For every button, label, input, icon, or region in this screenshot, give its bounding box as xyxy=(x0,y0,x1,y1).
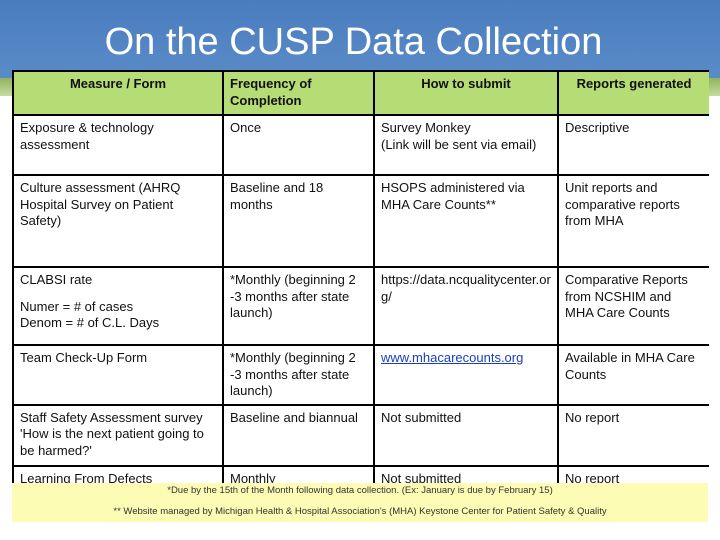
cell-submit: Not submitted xyxy=(373,403,559,467)
table-row: Team Check-Up Form *Monthly (beginning 2… xyxy=(12,344,709,406)
measure-text: CLABSI rate xyxy=(20,272,93,287)
cell-measure: Exposure & technology assessment xyxy=(12,114,224,176)
cell-submit: HSOPS administered via MHA Care Counts** xyxy=(373,174,559,268)
submit-note: (Link will be sent via email) xyxy=(381,136,537,152)
cell-frequency: Once xyxy=(222,114,375,176)
footnote-due-date: *Due by the 15th of the Month following … xyxy=(167,485,553,496)
cell-submit: Not submitted xyxy=(373,464,559,483)
mhacarecounts-link[interactable]: www.mhacarecounts.org xyxy=(381,350,523,365)
cell-frequency: Baseline and biannual xyxy=(222,403,375,467)
cell-reports: Descriptive xyxy=(557,114,709,176)
cell-frequency: Monthly xyxy=(222,464,375,483)
cell-reports: Available in MHA Care Counts xyxy=(557,344,709,406)
numerator-text: Numer = # of cases xyxy=(20,298,134,314)
cell-submit: Survey Monkey (Link will be sent via emai… xyxy=(373,114,559,176)
header-submit: How to submit xyxy=(373,70,559,116)
cell-measure: Staff Safety Assessment survey 'How is t… xyxy=(12,403,224,467)
cell-reports: Comparative Reports from NCSHIM and MHA … xyxy=(557,266,709,346)
cell-frequency: *Monthly (beginning 2 -3 months after st… xyxy=(222,344,375,406)
header-measure: Measure / Form xyxy=(12,70,224,116)
footnote-box: *Due by the 15th of the Month following … xyxy=(12,483,708,522)
cell-measure: Team Check-Up Form xyxy=(12,344,224,406)
table-header-row: Measure / Form Frequency of Completion H… xyxy=(12,70,709,116)
page-title: On the CUSP Data Collection xyxy=(104,21,603,63)
header-frequency: Frequency of Completion xyxy=(222,70,375,116)
data-collection-table: Measure / Form Frequency of Completion H… xyxy=(12,70,709,483)
cell-reports: No report xyxy=(557,464,709,483)
cell-submit: https://data.ncqualitycenter.org/ xyxy=(373,266,559,346)
table-row: Learning From Defects Monthly Not submit… xyxy=(12,464,709,483)
cell-frequency: *Monthly (beginning 2 -3 months after st… xyxy=(222,266,375,346)
table-row: CLABSI rate Numer = # of cases Denom = #… xyxy=(12,266,709,346)
denominator-text: Denom = # of C.L. Days xyxy=(20,315,160,330)
table-row: Staff Safety Assessment survey 'How is t… xyxy=(12,403,709,467)
submit-text: Survey Monkey xyxy=(381,120,471,135)
cell-reports: Unit reports and comparative reports fro… xyxy=(557,174,709,268)
cell-reports: No report xyxy=(557,403,709,467)
cell-measure: Culture assessment (AHRQ Hospital Survey… xyxy=(12,174,224,268)
cell-measure: Learning From Defects xyxy=(12,464,224,483)
footnote-website: ** Website managed by Michigan Health & … xyxy=(113,506,607,517)
header-reports: Reports generated xyxy=(557,70,709,116)
cell-frequency: Baseline and 18 months xyxy=(222,174,375,268)
table-row: Exposure & technology assessment Once Su… xyxy=(12,114,709,176)
table-row: Culture assessment (AHRQ Hospital Survey… xyxy=(12,174,709,268)
cell-measure: CLABSI rate Numer = # of cases Denom = #… xyxy=(12,266,224,346)
cell-submit: www.mhacarecounts.org xyxy=(373,344,559,406)
